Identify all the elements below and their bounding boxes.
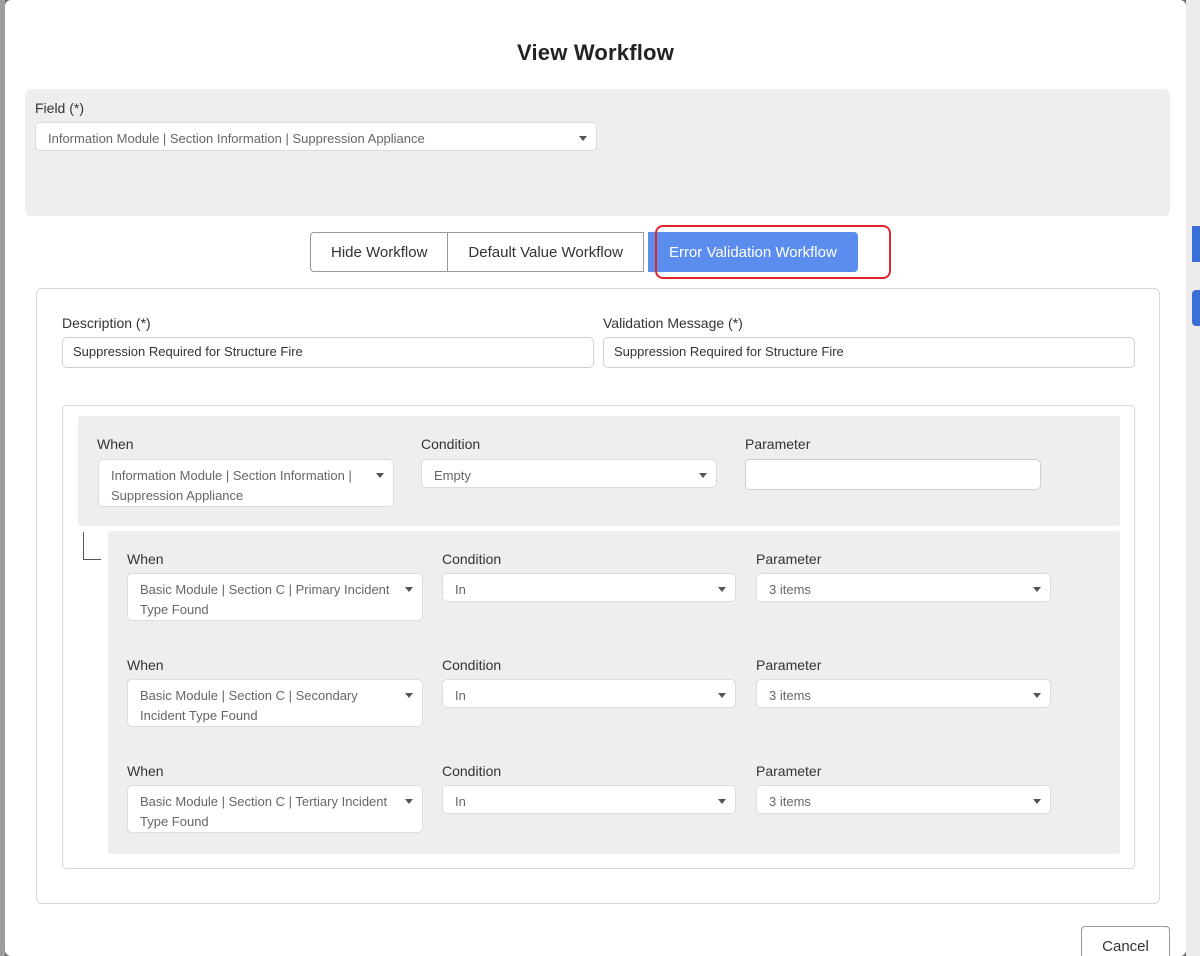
chevron-down-icon xyxy=(1033,693,1041,698)
workflow-panel: Description (*) Suppression Required for… xyxy=(36,288,1160,904)
modal-title: View Workflow xyxy=(516,40,675,65)
when-select[interactable]: Basic Module | Section C | Secondary Inc… xyxy=(127,679,423,727)
field-select-value: Information Module | Section Information… xyxy=(48,131,425,146)
validation-message-label: Validation Message (*) xyxy=(603,315,743,331)
when-label: When xyxy=(97,436,134,452)
parameter-input[interactable] xyxy=(745,459,1041,490)
parameter-label: Parameter xyxy=(756,657,822,673)
description-input[interactable]: Suppression Required for Structure Fire xyxy=(62,337,594,368)
parameter-select[interactable]: 3 items xyxy=(756,573,1051,602)
parameter-select[interactable]: 3 items xyxy=(756,785,1051,814)
parameter-select[interactable]: 3 items xyxy=(756,679,1051,708)
chevron-down-icon xyxy=(1033,587,1041,592)
chevron-down-icon xyxy=(405,799,413,804)
chevron-down-icon xyxy=(405,693,413,698)
parameter-label: Parameter xyxy=(756,763,822,779)
chevron-down-icon xyxy=(699,473,707,478)
field-label: Field (*) xyxy=(35,100,85,116)
root-condition-row: When Information Module | Section Inform… xyxy=(78,416,1120,526)
condition-select[interactable]: In xyxy=(442,785,736,814)
chevron-down-icon xyxy=(718,693,726,698)
condition-label: Condition xyxy=(442,551,502,567)
chevron-down-icon xyxy=(579,136,587,141)
condition-select-value: In xyxy=(455,688,466,703)
condition-select-value: Empty xyxy=(434,468,471,483)
background-button-fragment xyxy=(1192,226,1200,262)
parameter-label: Parameter xyxy=(745,436,811,452)
chevron-down-icon xyxy=(718,799,726,804)
condition-select[interactable]: In xyxy=(442,679,736,708)
field-select[interactable]: Information Module | Section Information… xyxy=(35,122,597,151)
condition-select-value: In xyxy=(455,582,466,597)
when-select-value: Information Module | Section Information… xyxy=(111,468,352,503)
condition-label: Condition xyxy=(421,436,481,452)
cancel-button[interactable]: Cancel xyxy=(1081,926,1170,956)
parameter-label: Parameter xyxy=(756,551,822,567)
highlight-annotation xyxy=(655,225,891,279)
chevron-down-icon xyxy=(405,587,413,592)
when-label: When xyxy=(127,763,164,779)
when-label: When xyxy=(127,551,164,567)
when-select-value: Basic Module | Section C | Tertiary Inci… xyxy=(140,794,388,829)
tab-default-value-workflow[interactable]: Default Value Workflow xyxy=(447,232,644,272)
condition-label: Condition xyxy=(442,657,502,673)
description-label: Description (*) xyxy=(62,315,151,331)
background-app-edge-right xyxy=(1186,0,1200,956)
tab-hide-workflow[interactable]: Hide Workflow xyxy=(310,232,449,272)
when-select[interactable]: Information Module | Section Information… xyxy=(98,459,394,507)
chevron-down-icon xyxy=(376,473,384,478)
parameter-select-value: 3 items xyxy=(769,582,811,597)
chevron-down-icon xyxy=(1033,799,1041,804)
view-workflow-modal: View Workflow Field (*) Information Modu… xyxy=(5,0,1186,956)
field-panel: Field (*) Information Module | Section I… xyxy=(25,89,1170,216)
chevron-down-icon xyxy=(718,587,726,592)
parameter-select-value: 3 items xyxy=(769,794,811,809)
condition-select-value: In xyxy=(455,794,466,809)
background-button-fragment xyxy=(1192,290,1200,326)
condition-label: Condition xyxy=(442,763,502,779)
tree-connector xyxy=(83,532,101,560)
parameter-select-value: 3 items xyxy=(769,688,811,703)
when-select[interactable]: Basic Module | Section C | Primary Incid… xyxy=(127,573,423,621)
when-label: When xyxy=(127,657,164,673)
sub-condition-group: When Basic Module | Section C | Primary … xyxy=(108,531,1120,854)
condition-select[interactable]: In xyxy=(442,573,736,602)
when-select-value: Basic Module | Section C | Secondary Inc… xyxy=(140,688,358,723)
when-select-value: Basic Module | Section C | Primary Incid… xyxy=(140,582,390,617)
when-select[interactable]: Basic Module | Section C | Tertiary Inci… xyxy=(127,785,423,833)
conditions-box: When Information Module | Section Inform… xyxy=(62,405,1135,869)
condition-select[interactable]: Empty xyxy=(421,459,717,488)
validation-message-input[interactable]: Suppression Required for Structure Fire xyxy=(603,337,1135,368)
